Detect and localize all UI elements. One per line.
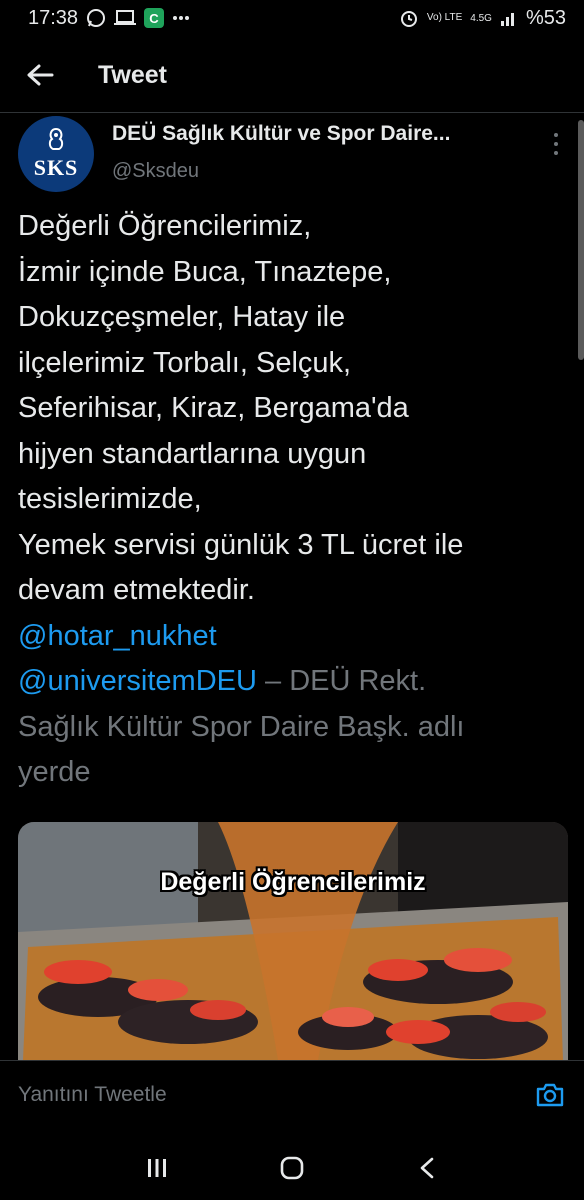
recents-icon bbox=[148, 1159, 167, 1177]
avatar[interactable]: SKS bbox=[18, 116, 94, 192]
signal-bars-icon bbox=[500, 9, 518, 27]
tweet-line: ilçelerimiz Torbalı, Selçuk, bbox=[18, 346, 352, 379]
tweet-line: tesislerimizde, bbox=[18, 483, 202, 515]
scrollbar-thumb[interactable] bbox=[578, 120, 584, 360]
battery-percent: %53 bbox=[525, 6, 566, 29]
svg-text:C: C bbox=[149, 11, 159, 26]
signal-4g-icon: 4.5G bbox=[470, 12, 492, 24]
avatar-text: SKS bbox=[33, 155, 79, 180]
more-dots-icon bbox=[172, 15, 190, 21]
tweet-line: devam etmektedir. bbox=[18, 574, 255, 606]
mention-link-hotar[interactable]: @hotar_nukhet bbox=[18, 620, 217, 652]
more-options-button[interactable] bbox=[544, 124, 568, 164]
tweet-media[interactable]: Değerli Öğrencilerimiz bbox=[18, 822, 568, 1060]
tweet-header: Tweet bbox=[0, 42, 584, 108]
reply-bar: Yanıtını Tweetle bbox=[0, 1060, 584, 1136]
recents-button[interactable] bbox=[137, 1148, 177, 1188]
reply-input[interactable]: Yanıtını Tweetle bbox=[18, 1083, 167, 1107]
location-text-line-3[interactable]: yerde bbox=[18, 750, 574, 796]
logo-icon bbox=[48, 127, 64, 150]
header-divider bbox=[0, 112, 584, 113]
back-button[interactable] bbox=[12, 47, 68, 103]
home-button[interactable] bbox=[272, 1148, 312, 1188]
media-caption: Değerli Öğrencilerimiz bbox=[160, 868, 426, 896]
tweet-line: Değerli Öğrencilerimiz, bbox=[18, 210, 312, 242]
author-display-name[interactable]: DEÜ Sağlık Kültür ve Spor Daire... bbox=[112, 122, 450, 146]
home-icon bbox=[280, 1156, 304, 1180]
author-handle[interactable]: @Sksdeu bbox=[112, 160, 199, 183]
tweet-author: SKS DEÜ Sağlık Kültür ve Spor Daire... @… bbox=[18, 116, 568, 196]
tweet-line: Yemek servisi günlük 3 TL ücret ile bbox=[18, 528, 464, 561]
tweet-line: Dokuzçeşmeler, Hatay ile bbox=[18, 301, 346, 333]
alarm-icon bbox=[399, 8, 419, 28]
food-image bbox=[18, 822, 568, 1060]
tweet-line: İzmir içinde Buca, Tınaztepe, bbox=[18, 255, 392, 288]
status-bar: 17:38 C Vo) LTE 4.5G %53 bbox=[0, 0, 584, 36]
nav-back-button[interactable] bbox=[407, 1148, 447, 1188]
tweet-line: hijyen standartlarına uygun bbox=[18, 437, 367, 470]
camera-button[interactable] bbox=[534, 1079, 566, 1111]
back-icon bbox=[420, 1157, 433, 1179]
app-c-icon: C bbox=[144, 8, 165, 28]
location-text[interactable]: – DEÜ Rekt. bbox=[257, 665, 426, 697]
location-text-line-2[interactable]: Sağlık Kültür Spor Daire Başk. adlı bbox=[18, 705, 574, 751]
status-time: 17:38 bbox=[28, 6, 79, 29]
volte-icon: Vo) LTE bbox=[426, 12, 463, 23]
tweet-line: Seferihisar, Kiraz, Bergama'da bbox=[18, 392, 409, 424]
camera-icon bbox=[536, 1083, 564, 1107]
mention-link-universitem[interactable]: @universitemDEU bbox=[18, 665, 257, 697]
more-vertical-icon bbox=[554, 133, 558, 137]
system-nav-bar bbox=[0, 1136, 584, 1200]
whatsapp-icon bbox=[86, 8, 106, 28]
tweet-text: Değerli Öğrencilerimiz, İzmir içinde Buc… bbox=[18, 204, 574, 796]
laptop-icon bbox=[114, 9, 137, 27]
arrow-left-icon bbox=[27, 64, 54, 86]
page-title: Tweet bbox=[98, 60, 167, 89]
